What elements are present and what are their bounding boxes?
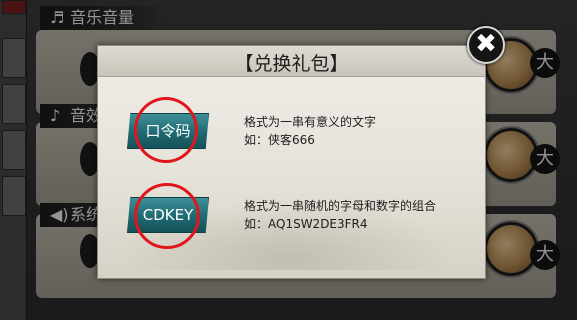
close-x-icon[interactable]: ✖	[467, 26, 505, 64]
cdkey-button[interactable]: CDKEY	[127, 197, 209, 233]
cdkey-description: 格式为一串随机的字母和数字的组合	[244, 199, 437, 213]
passphrase-code-button[interactable]: 口令码	[127, 113, 209, 149]
passphrase-example: 如：侠客666	[244, 133, 315, 147]
cdkey-example: 如：AQ1SW2DE3FR4	[244, 217, 368, 231]
dialog-title: 【兑换礼包】	[234, 53, 349, 75]
passphrase-description: 格式为一串有意义的文字	[244, 115, 377, 129]
dialog-titlebar: 【兑换礼包】	[98, 46, 485, 77]
settings-screen: ♬ 音乐音量 ♪ 音效 ◀)系统 大 大 大 【兑换礼包】 口令码 格式为一串有意义…	[0, 0, 577, 320]
redeem-gift-dialog: 【兑换礼包】 口令码 格式为一串有意义的文字 如：侠客666 CDKEY 格式为…	[97, 45, 486, 279]
